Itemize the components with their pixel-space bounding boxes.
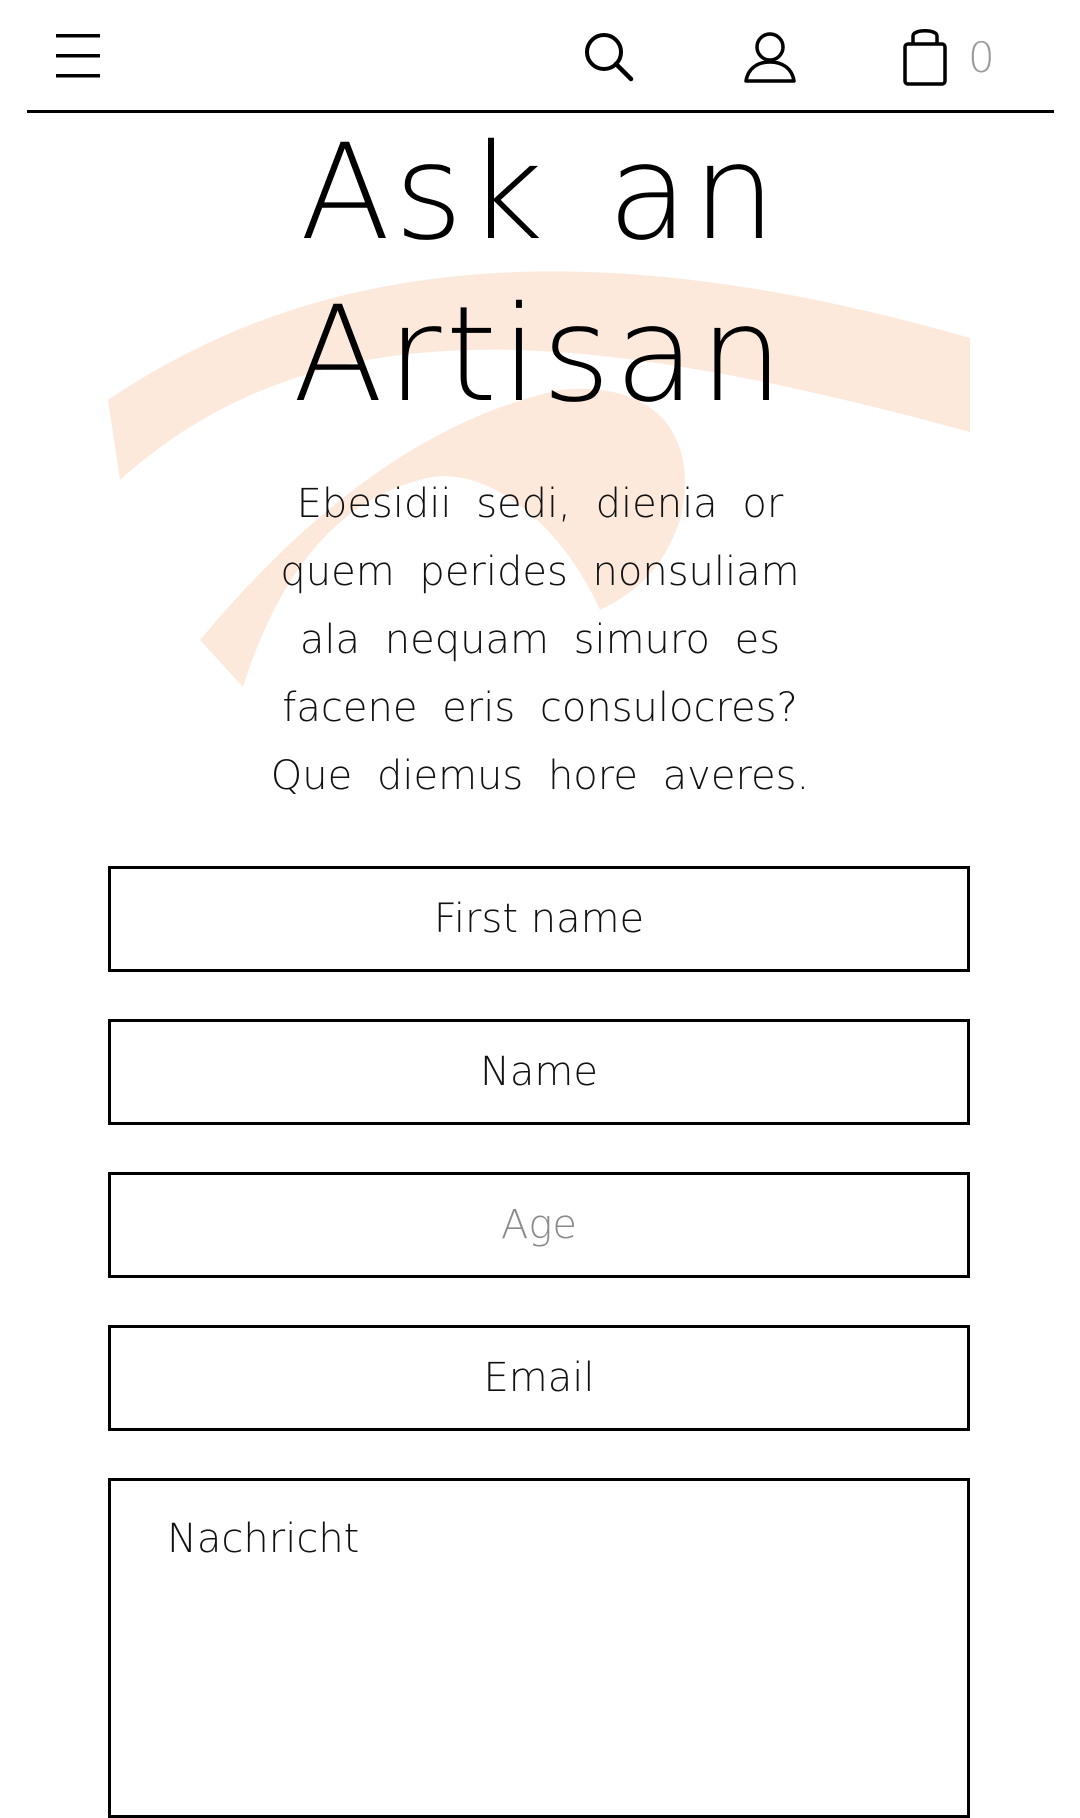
user-icon: [744, 32, 796, 83]
search-button[interactable]: [580, 28, 640, 88]
cart-button[interactable]: 0: [900, 26, 1010, 90]
name-field[interactable]: [108, 1019, 970, 1125]
first-name-field[interactable]: [108, 866, 970, 972]
page-title: Ask an Artisan: [292, 116, 788, 432]
account-button[interactable]: [740, 28, 800, 88]
shopping-bag-icon: [903, 29, 947, 86]
site-header: 0: [0, 0, 1080, 113]
email-field[interactable]: [108, 1325, 970, 1431]
search-icon: [585, 33, 634, 82]
intro-text: Ebesidii sedi, dienia or quem perides no…: [270, 481, 810, 799]
message-field[interactable]: [108, 1478, 970, 1818]
menu-button[interactable]: [52, 30, 108, 82]
age-field[interactable]: [108, 1172, 970, 1278]
hamburger-menu-icon: [56, 34, 100, 78]
cart-count: 0: [968, 33, 995, 82]
